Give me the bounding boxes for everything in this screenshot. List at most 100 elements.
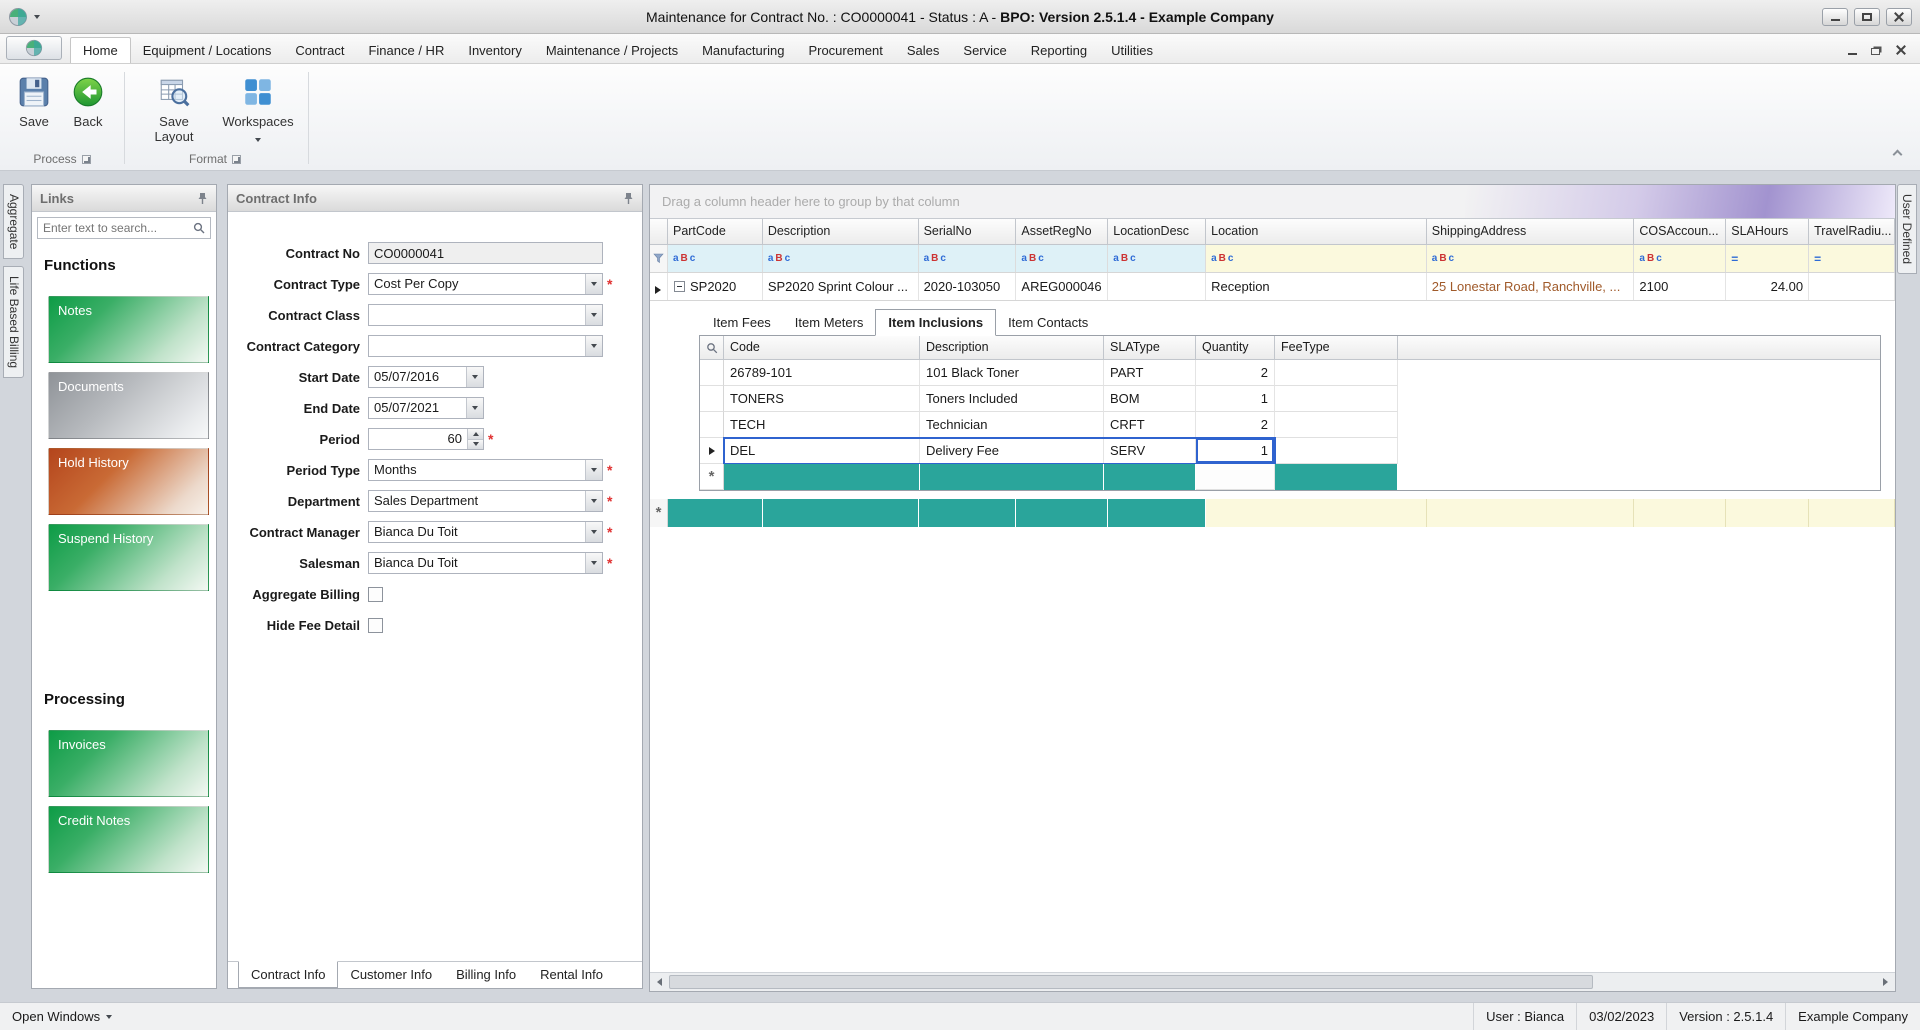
scrollbar-thumb[interactable]	[669, 975, 1593, 989]
cell-slatype[interactable]: CRFT	[1104, 412, 1196, 438]
tab-rental-info[interactable]: Rental Info	[528, 962, 615, 987]
minimize-button[interactable]	[1822, 8, 1848, 26]
table-row-selected[interactable]: DEL Delivery Fee SERV 1	[700, 438, 1880, 464]
master-row[interactable]: SP2020 SP2020 Sprint Colour ... 2020-103…	[650, 273, 1895, 301]
cell-description[interactable]: Technician	[920, 412, 1104, 438]
cell-shippingaddress[interactable]: 25 Lonestar Road, Ranchville, ...	[1427, 273, 1635, 300]
back-button[interactable]: Back	[60, 70, 116, 132]
spin-up-icon[interactable]	[468, 429, 483, 439]
search-input[interactable]	[38, 221, 188, 235]
dock-tab-aggregate[interactable]: Aggregate	[3, 184, 24, 259]
cell-travelradius[interactable]	[1809, 273, 1895, 300]
dock-tab-life-based-billing[interactable]: Life Based Billing	[3, 266, 24, 378]
new-cell-code[interactable]	[724, 464, 920, 490]
chevron-down-icon[interactable]	[466, 367, 483, 387]
tab-item-contacts[interactable]: Item Contacts	[996, 310, 1100, 335]
new-cell-locationdesc[interactable]	[1108, 499, 1206, 527]
column-header-locationdesc[interactable]: LocationDesc	[1108, 219, 1206, 244]
filter-cell-location[interactable]: aBc	[1206, 245, 1427, 272]
column-header-partcode[interactable]: PartCode	[668, 219, 763, 244]
tab-sales[interactable]: Sales	[895, 37, 952, 63]
column-header-cosaccount[interactable]: COSAccoun...	[1634, 219, 1726, 244]
cell-cosaccount[interactable]: 2100	[1634, 273, 1726, 300]
tab-finance-hr[interactable]: Finance / HR	[356, 37, 456, 63]
cell-description[interactable]: SP2020 Sprint Colour ...	[763, 273, 919, 300]
column-header-description[interactable]: Description	[763, 219, 919, 244]
table-row[interactable]: TECH Technician CRFT 2	[700, 412, 1880, 438]
table-row[interactable]: 26789-101 101 Black Toner PART 2	[700, 360, 1880, 386]
new-cell-quantity[interactable]	[1196, 464, 1275, 490]
child-restore-icon[interactable]	[1871, 48, 1880, 55]
invoices-button[interactable]: Invoices	[48, 730, 209, 797]
cell-slatype[interactable]: SERV	[1104, 438, 1196, 464]
notes-button[interactable]: Notes	[48, 296, 209, 363]
contract-type-select[interactable]: Cost Per Copy	[368, 273, 603, 295]
contract-no-input[interactable]	[368, 242, 603, 264]
dock-tab-user-defined[interactable]: User Defined	[1897, 184, 1917, 274]
scroll-left-arrow[interactable]	[650, 973, 669, 991]
column-header-serialno[interactable]: SerialNo	[919, 219, 1017, 244]
tab-item-meters[interactable]: Item Meters	[783, 310, 876, 335]
cell-quantity[interactable]: 1	[1196, 386, 1275, 412]
tab-maintenance-projects[interactable]: Maintenance / Projects	[534, 37, 690, 63]
cell-description[interactable]: Toners Included	[920, 386, 1104, 412]
group-by-bar[interactable]: Drag a column header here to group by th…	[650, 185, 1895, 219]
filter-cell-serialno[interactable]: aBc	[919, 245, 1017, 272]
filter-cell-locationdesc[interactable]: aBc	[1108, 245, 1206, 272]
cell-feetype[interactable]	[1275, 386, 1398, 412]
cell-slahours[interactable]: 24.00	[1726, 273, 1809, 300]
tab-procurement[interactable]: Procurement	[796, 37, 894, 63]
chevron-down-icon[interactable]	[585, 336, 602, 356]
cell-description[interactable]: Delivery Fee	[920, 438, 1104, 464]
tab-item-fees[interactable]: Item Fees	[701, 310, 783, 335]
cell-assetregno[interactable]: AREG000046	[1016, 273, 1108, 300]
spin-down-icon[interactable]	[468, 439, 483, 450]
new-cell-partcode[interactable]	[668, 499, 763, 527]
cell-location[interactable]: Reception	[1206, 273, 1427, 300]
contract-category-select[interactable]	[368, 335, 603, 357]
column-header-quantity[interactable]: Quantity	[1196, 336, 1275, 359]
tab-home[interactable]: Home	[70, 37, 131, 63]
column-header-code[interactable]: Code	[724, 336, 920, 359]
suspend-history-button[interactable]: Suspend History	[48, 524, 209, 591]
filter-cell-slahours[interactable]: =	[1726, 245, 1809, 272]
new-cell-location[interactable]	[1206, 499, 1427, 527]
tab-customer-info[interactable]: Customer Info	[338, 962, 444, 987]
column-header-feetype[interactable]: FeeType	[1275, 336, 1398, 359]
new-cell-cosaccount[interactable]	[1634, 499, 1726, 527]
dialog-launcher-icon[interactable]	[232, 155, 241, 164]
horizontal-scrollbar[interactable]	[650, 972, 1895, 991]
tab-contract-info[interactable]: Contract Info	[238, 961, 338, 988]
tab-reporting[interactable]: Reporting	[1019, 37, 1099, 63]
grid-new-row[interactable]: *	[650, 499, 1895, 527]
cell-slatype[interactable]: PART	[1104, 360, 1196, 386]
pin-icon[interactable]	[623, 192, 634, 205]
chevron-down-icon[interactable]	[585, 491, 602, 511]
scroll-right-arrow[interactable]	[1876, 973, 1895, 991]
column-header-description[interactable]: Description	[920, 336, 1104, 359]
close-button[interactable]	[1886, 8, 1912, 26]
cell-quantity[interactable]: 2	[1196, 360, 1275, 386]
child-close-icon[interactable]	[1896, 45, 1906, 55]
cell-quantity-focused[interactable]: 1	[1196, 438, 1275, 464]
start-date-picker[interactable]: 05/07/2016	[368, 366, 484, 388]
new-cell-shippingaddress[interactable]	[1427, 499, 1635, 527]
new-cell-description[interactable]	[920, 464, 1104, 490]
filter-cell-travelradius[interactable]: =	[1809, 245, 1895, 272]
save-button[interactable]: Save	[6, 70, 62, 132]
child-minimize-icon[interactable]	[1848, 53, 1857, 55]
aggregate-billing-checkbox[interactable]	[368, 587, 383, 602]
quick-access-caret-icon[interactable]	[34, 15, 40, 19]
chevron-down-icon[interactable]	[585, 305, 602, 325]
chevron-down-icon[interactable]	[466, 398, 483, 418]
detail-new-row[interactable]: *	[700, 464, 1880, 490]
filter-edit-icon[interactable]	[650, 245, 668, 272]
tab-billing-info[interactable]: Billing Info	[444, 962, 528, 987]
cell-quantity[interactable]: 2	[1196, 412, 1275, 438]
tab-service[interactable]: Service	[951, 37, 1018, 63]
application-button[interactable]	[6, 36, 62, 60]
detail-search-icon[interactable]	[700, 336, 724, 359]
filter-cell-shippingaddress[interactable]: aBc	[1427, 245, 1635, 272]
cell-feetype[interactable]	[1275, 412, 1398, 438]
column-header-slahours[interactable]: SLAHours	[1726, 219, 1809, 244]
